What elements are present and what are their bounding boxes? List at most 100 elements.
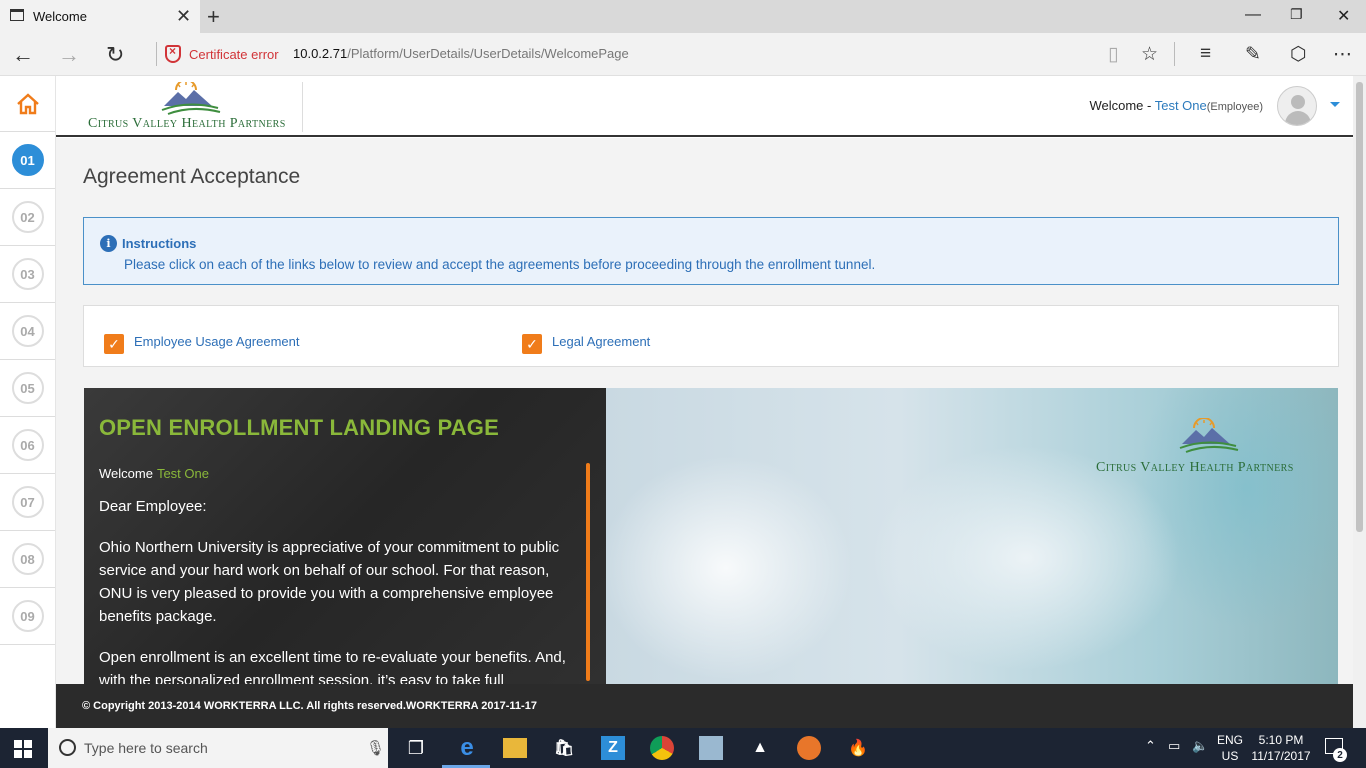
cert-error-label: Certificate error bbox=[189, 46, 279, 62]
restore-icon[interactable]: ❐ bbox=[1290, 6, 1303, 23]
logo-text: Citrus Valley Health Partners bbox=[88, 116, 286, 131]
step-number: 02 bbox=[11, 201, 44, 233]
instructions-text: Please click on each of the links below … bbox=[124, 257, 876, 272]
step-number: 03 bbox=[11, 258, 44, 290]
step-number: 04 bbox=[11, 315, 44, 347]
windows-start-icon[interactable] bbox=[14, 740, 32, 758]
landing-paragraph: Open enrollment is an excellent time to … bbox=[99, 649, 566, 684]
clock-time: 5:10 PM bbox=[1258, 733, 1304, 747]
agreement-legal[interactable]: ✓ Legal Agreement bbox=[522, 328, 650, 354]
user-avatar-icon bbox=[1291, 95, 1305, 109]
network-icon[interactable]: ▭ bbox=[1168, 738, 1180, 754]
welcome-label: Welcome - bbox=[1089, 98, 1152, 113]
close-window-icon[interactable]: ✕ bbox=[1337, 6, 1350, 26]
landing-welcome: Welcome Test One bbox=[99, 466, 209, 481]
scrollbar-thumb[interactable] bbox=[1356, 82, 1363, 532]
header-divider bbox=[302, 82, 303, 132]
user-name-link[interactable]: Test One bbox=[1155, 98, 1207, 113]
more-icon[interactable]: ⋯ bbox=[1333, 43, 1352, 66]
landing-scrollbar[interactable] bbox=[586, 463, 590, 681]
forward-arrow-icon[interactable]: → bbox=[58, 42, 80, 68]
show-hidden-icons-chevron-up-icon[interactable]: ⌃ bbox=[1145, 738, 1156, 754]
step-number: 05 bbox=[11, 372, 44, 404]
app-header: Citrus Valley Health Partners Welcome - … bbox=[56, 76, 1353, 137]
agreement-link[interactable]: Legal Agreement bbox=[552, 334, 650, 349]
landing-logo-text: Citrus Valley Health Partners bbox=[1096, 460, 1294, 475]
page-tab-icon bbox=[10, 9, 24, 21]
page-scrollbar[interactable] bbox=[1353, 76, 1366, 728]
minimize-icon[interactable]: — bbox=[1245, 6, 1261, 24]
share-icon[interactable]: ⬡ bbox=[1290, 43, 1307, 66]
url-path: /Platform/UserDetails/UserDetails/Welcom… bbox=[347, 46, 629, 61]
agreements-panel: ✓ Employee Usage Agreement ✓ Legal Agree… bbox=[83, 305, 1339, 367]
mountain-sun-logo-icon bbox=[161, 82, 221, 115]
page-title: Agreement Acceptance bbox=[83, 165, 301, 188]
landing-image: Citrus Valley Health Partners bbox=[606, 388, 1338, 684]
file-explorer-icon[interactable] bbox=[503, 738, 527, 758]
home-button[interactable] bbox=[0, 76, 55, 132]
landing-body: Dear Employee: Ohio Northern University … bbox=[99, 495, 569, 684]
favorite-star-icon[interactable]: ☆ bbox=[1141, 43, 1158, 66]
step-item[interactable]: 06 bbox=[0, 417, 55, 474]
step-item[interactable]: 05 bbox=[0, 360, 55, 417]
landing-greeting: Dear Employee: bbox=[99, 498, 207, 515]
shield-icon bbox=[165, 44, 181, 63]
agreement-link[interactable]: Employee Usage Agreement bbox=[134, 334, 299, 349]
browser-address-bar: ← → ↻ Certificate error 10.0.2.71/Platfo… bbox=[0, 33, 1366, 76]
user-welcome: Welcome - Test One(Employee) bbox=[1089, 98, 1263, 113]
agreement-employee-usage[interactable]: ✓ Employee Usage Agreement bbox=[104, 328, 299, 354]
browser-tab[interactable]: Welcome ✕ bbox=[0, 0, 200, 33]
step-number: 08 bbox=[11, 543, 44, 575]
search-placeholder: Type here to search bbox=[84, 740, 208, 756]
company-logo[interactable]: Citrus Valley Health Partners bbox=[88, 82, 304, 134]
close-tab-icon[interactable]: ✕ bbox=[176, 6, 191, 27]
url-field[interactable]: 10.0.2.71/Platform/UserDetails/UserDetai… bbox=[293, 46, 629, 61]
chrome-icon[interactable] bbox=[650, 736, 674, 760]
instructions-panel: i Instructions Please click on each of t… bbox=[83, 217, 1339, 285]
step-item[interactable]: 02 bbox=[0, 189, 55, 246]
landing-paragraph: Ohio Northern University is appreciative… bbox=[99, 539, 560, 625]
step-item[interactable]: 07 bbox=[0, 474, 55, 531]
volume-icon[interactable]: 🔈 bbox=[1192, 738, 1208, 754]
step-navigation: 01 02 03 04 05 06 07 08 09 bbox=[0, 76, 56, 728]
clock-date: 11/17/2017 bbox=[1251, 749, 1311, 763]
store-icon[interactable]: 🛍 bbox=[552, 736, 576, 760]
refresh-icon[interactable]: ↻ bbox=[106, 42, 124, 68]
reading-view-icon[interactable]: ▯ bbox=[1108, 43, 1118, 66]
user-menu-chevron-down-icon[interactable] bbox=[1330, 102, 1340, 107]
tab-title: Welcome bbox=[33, 9, 87, 24]
step-item[interactable]: 09 bbox=[0, 588, 55, 645]
z-app-icon[interactable]: Z bbox=[601, 736, 625, 760]
input-language[interactable]: ENG US bbox=[1217, 732, 1243, 764]
system-clock[interactable]: 5:10 PM 11/17/2017 bbox=[1250, 732, 1312, 764]
notification-count-badge: 2 bbox=[1333, 748, 1347, 762]
back-arrow-icon[interactable]: ← bbox=[12, 42, 34, 68]
step-item[interactable]: 08 bbox=[0, 531, 55, 588]
new-tab-icon[interactable]: + bbox=[207, 4, 220, 30]
checkbox-checked-icon[interactable]: ✓ bbox=[104, 334, 124, 354]
notepad-icon[interactable] bbox=[699, 736, 723, 760]
checkbox-checked-icon[interactable]: ✓ bbox=[522, 334, 542, 354]
browser-tab-bar: Welcome ✕ + — ❐ ✕ bbox=[0, 0, 1366, 33]
cortana-icon bbox=[59, 739, 76, 756]
home-icon bbox=[16, 92, 39, 114]
step-item[interactable]: 03 bbox=[0, 246, 55, 303]
landing-logo: Citrus Valley Health Partners bbox=[1096, 418, 1326, 478]
edge-browser-icon[interactable]: e bbox=[455, 734, 479, 761]
task-view-icon[interactable]: ❐ bbox=[404, 736, 428, 760]
landing-text-panel[interactable]: OPEN ENROLLMENT LANDING PAGE Welcome Test… bbox=[84, 388, 606, 684]
step-number: 06 bbox=[11, 429, 44, 461]
instructions-title: Instructions bbox=[122, 236, 197, 251]
avatar[interactable] bbox=[1277, 86, 1317, 126]
hub-icon[interactable]: ≡ bbox=[1200, 43, 1211, 65]
photos-icon[interactable]: ▲ bbox=[748, 736, 772, 760]
certificate-error-indicator[interactable]: Certificate error bbox=[165, 44, 279, 63]
step-item[interactable]: 01 bbox=[0, 132, 55, 189]
step-item[interactable]: 04 bbox=[0, 303, 55, 360]
web-note-icon[interactable]: ✎ bbox=[1245, 43, 1261, 66]
url-host: 10.0.2.71 bbox=[293, 46, 348, 61]
flame-app-icon[interactable]: 🔥 bbox=[846, 736, 870, 760]
firefox-icon[interactable] bbox=[797, 736, 821, 760]
taskbar-search[interactable]: Type here to search 🎙 bbox=[48, 728, 388, 768]
microphone-icon[interactable]: 🎙 bbox=[366, 739, 385, 757]
